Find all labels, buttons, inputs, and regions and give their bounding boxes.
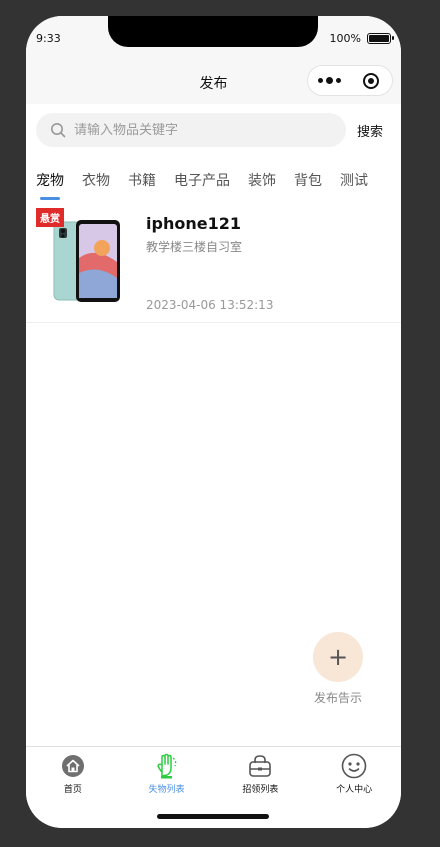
tabbar-label: 招领列表 <box>242 785 279 795</box>
search-icon <box>51 123 66 138</box>
status-time: 9:33 <box>36 32 61 45</box>
close-circle-icon[interactable] <box>350 72 392 89</box>
more-icon[interactable] <box>308 77 350 84</box>
item-location: 教学楼三楼自习室 <box>146 240 243 254</box>
search-box <box>36 113 346 147</box>
item-time: 2023-04-06 13:52:13 <box>146 298 274 312</box>
category-tabs: 宠物 衣物 书籍 电子产品 装饰 背包 测试 <box>26 166 401 202</box>
home-icon <box>61 755 84 777</box>
tabbar-profile[interactable]: 个人中心 <box>307 747 401 828</box>
hand-icon <box>156 753 176 779</box>
phone-screen: 9:33 100% 发布 搜索 宠物 衣物 书籍 电子产品 装饰 背包 测试 <box>26 16 401 828</box>
tab-test[interactable]: 测试 <box>340 166 368 198</box>
nav-bar: 发布 <box>26 60 401 104</box>
battery-icon <box>367 33 394 44</box>
battery-percent: 100% <box>329 32 361 45</box>
tab-electronics[interactable]: 电子产品 <box>174 166 230 198</box>
search-button[interactable]: 搜索 <box>357 121 383 140</box>
tab-pets[interactable]: 宠物 <box>36 166 64 200</box>
tab-backpack[interactable]: 背包 <box>294 166 322 198</box>
tab-decoration[interactable]: 装饰 <box>248 166 276 198</box>
mini-program-capsule <box>307 65 393 96</box>
face-icon <box>341 753 367 779</box>
list-item[interactable]: 悬赏 iphone121 教学楼三楼自习室 2023-04-06 13:52:1… <box>26 206 401 323</box>
tabbar-home[interactable]: 首页 <box>26 747 120 828</box>
publish-fab[interactable]: + <box>313 632 363 682</box>
publish-fab-label[interactable]: 发布告示 <box>298 689 378 706</box>
item-title: iphone121 <box>146 214 241 233</box>
bag-icon <box>249 755 272 777</box>
tab-clothing[interactable]: 衣物 <box>82 166 110 198</box>
tabbar-label: 首页 <box>63 785 82 795</box>
search-input[interactable] <box>74 122 314 138</box>
status-right: 100% <box>329 32 394 45</box>
item-thumbnail <box>53 220 120 302</box>
bounty-badge: 悬赏 <box>36 208 64 227</box>
search-row: 搜索 <box>26 104 401 156</box>
plus-icon: + <box>327 643 349 671</box>
home-indicator <box>157 814 269 819</box>
tabbar-label: 个人中心 <box>336 785 373 795</box>
tabbar-label: 失物列表 <box>148 785 185 795</box>
notch <box>108 16 318 47</box>
tab-books[interactable]: 书籍 <box>128 166 156 198</box>
